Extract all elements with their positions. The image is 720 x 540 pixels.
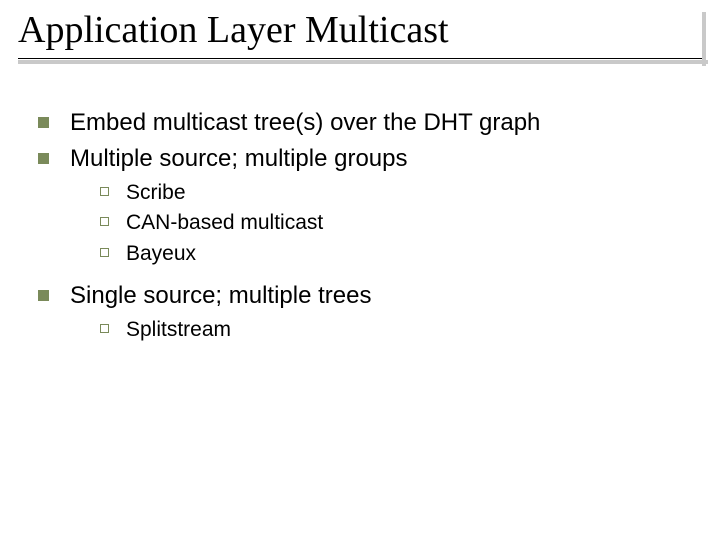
sub-bullet-item: Splitstream: [100, 317, 690, 343]
title-rule: [18, 58, 702, 59]
sub-bullet-text: Bayeux: [126, 242, 196, 265]
square-bullet-icon: [38, 290, 49, 301]
slide-title: Application Layer Multicast: [18, 8, 702, 54]
open-square-bullet-icon: [100, 217, 109, 226]
bullet-text: Multiple source; multiple groups: [70, 145, 408, 172]
sub-bullet-item: Scribe: [100, 180, 690, 206]
bullet-text: Embed multicast tree(s) over the DHT gra…: [70, 109, 540, 136]
bullet-item: Single source; multiple trees Splitstrea…: [38, 281, 690, 343]
bullet-text: Single source; multiple trees: [70, 282, 371, 309]
bullet-item: Embed multicast tree(s) over the DHT gra…: [38, 108, 690, 138]
open-square-bullet-icon: [100, 324, 109, 333]
sub-bullet-text: Splitstream: [126, 318, 231, 341]
sub-bullet-text: Scribe: [126, 181, 186, 204]
sub-bullet-text: CAN-based multicast: [126, 211, 323, 234]
slide-body: Embed multicast tree(s) over the DHT gra…: [38, 108, 690, 357]
square-bullet-icon: [38, 153, 49, 164]
title-area: Application Layer Multicast: [18, 8, 702, 59]
bullet-item: Multiple source; multiple groups Scribe …: [38, 144, 690, 267]
sub-bullet-item: Bayeux: [100, 241, 690, 267]
sub-bullet-item: CAN-based multicast: [100, 210, 690, 236]
open-square-bullet-icon: [100, 187, 109, 196]
open-square-bullet-icon: [100, 248, 109, 257]
square-bullet-icon: [38, 117, 49, 128]
